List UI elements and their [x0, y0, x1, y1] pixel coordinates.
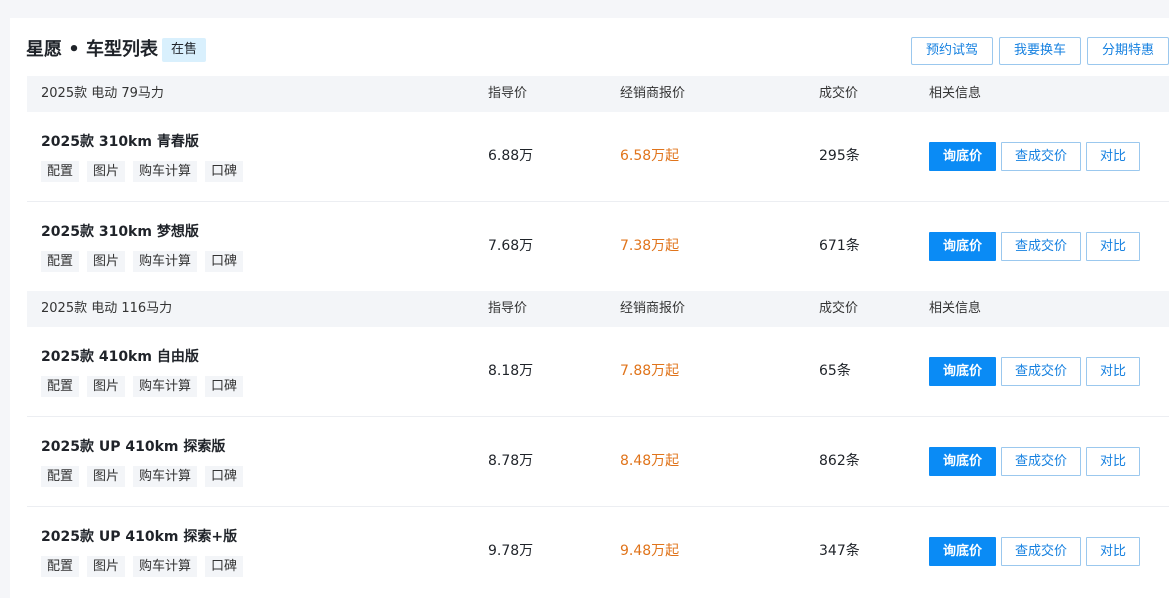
dealer-price: 8.48万起 — [620, 453, 680, 469]
column-price: 指导价 — [488, 301, 528, 316]
deal-count: 862条 — [819, 453, 860, 469]
test-drive-button[interactable]: 预约试驾 — [910, 37, 993, 65]
model-name[interactable]: 2025款 310km 梦想版 — [41, 222, 199, 242]
tag-reviews[interactable]: 口碑 — [205, 251, 244, 272]
trade-in-button[interactable]: 我要换车 — [998, 37, 1081, 65]
table-row: 2025款 UP 410km 探索+版 配置 图片 购车计算 口碑 9.78万 … — [27, 507, 1169, 596]
tag-reviews[interactable]: 口碑 — [205, 466, 244, 487]
table-row: 2025款 310km 青春版 配置 图片 购车计算 口碑 6.88万 6.58… — [27, 112, 1169, 202]
model-tags: 配置 图片 购车计算 口碑 — [41, 251, 244, 272]
guide-price: 7.68万 — [488, 238, 534, 254]
tag-reviews[interactable]: 口碑 — [205, 556, 244, 577]
table-row: 2025款 410km 自由版 配置 图片 购车计算 口碑 8.18万 7.88… — [27, 327, 1169, 417]
tag-photos[interactable]: 图片 — [87, 556, 126, 577]
guide-price: 9.78万 — [488, 543, 534, 559]
tag-config[interactable]: 配置 — [41, 556, 80, 577]
model-name[interactable]: 2025款 310km 青春版 — [41, 132, 199, 152]
ask-price-button[interactable]: 询底价 — [929, 142, 996, 171]
ask-price-button[interactable]: 询底价 — [929, 357, 996, 386]
table-row: 2025款 310km 梦想版 配置 图片 购车计算 口碑 7.68万 7.38… — [27, 202, 1169, 291]
column-deal: 成交价 — [819, 86, 859, 101]
guide-price: 6.88万 — [488, 148, 534, 164]
column-dealer: 经销商报价 — [620, 301, 686, 316]
group-name: 2025款 电动 79马力 — [41, 86, 164, 101]
column-info: 相关信息 — [929, 86, 982, 101]
check-deal-button[interactable]: 查成交价 — [1001, 142, 1081, 171]
tag-photos[interactable]: 图片 — [87, 251, 126, 272]
tag-reviews[interactable]: 口碑 — [205, 376, 244, 397]
column-dealer: 经销商报价 — [620, 86, 686, 101]
model-name[interactable]: 2025款 UP 410km 探索+版 — [41, 527, 237, 547]
dealer-price: 7.88万起 — [620, 363, 680, 379]
deal-count: 671条 — [819, 238, 860, 254]
dealer-price: 6.58万起 — [620, 148, 680, 164]
compare-button[interactable]: 对比 — [1086, 537, 1140, 566]
guide-price: 8.78万 — [488, 453, 534, 469]
check-deal-button[interactable]: 查成交价 — [1001, 537, 1081, 566]
compare-button[interactable]: 对比 — [1086, 357, 1140, 386]
tag-calculator[interactable]: 购车计算 — [133, 466, 198, 487]
row-actions: 询底价 查成交价 对比 — [929, 232, 1140, 261]
installment-button[interactable]: 分期特惠 — [1086, 37, 1169, 65]
tag-calculator[interactable]: 购车计算 — [133, 161, 198, 182]
row-actions: 询底价 查成交价 对比 — [929, 447, 1140, 476]
model-list-panel: 星愿 • 车型列表 在售 预约试驾 我要换车 分期特惠 2025款 电动 79马… — [10, 18, 1169, 598]
group-header: 2025款 电动 116马力 指导价 经销商报价 成交价 相关信息 — [27, 291, 1169, 327]
tag-config[interactable]: 配置 — [41, 466, 80, 487]
tag-calculator[interactable]: 购车计算 — [133, 556, 198, 577]
ask-price-button[interactable]: 询底价 — [929, 447, 996, 476]
model-tags: 配置 图片 购车计算 口碑 — [41, 376, 244, 397]
model-name[interactable]: 2025款 410km 自由版 — [41, 347, 199, 367]
panel-header: 星愿 • 车型列表 在售 预约试驾 我要换车 分期特惠 — [10, 18, 1169, 76]
deal-count: 347条 — [819, 543, 860, 559]
header-actions: 预约试驾 我要换车 分期特惠 — [910, 37, 1169, 65]
tag-photos[interactable]: 图片 — [87, 161, 126, 182]
column-price: 指导价 — [488, 86, 528, 101]
page-title: 星愿 • 车型列表 — [26, 39, 159, 60]
status-badge: 在售 — [162, 38, 207, 62]
table-row: 2025款 UP 410km 探索版 配置 图片 购车计算 口碑 8.78万 8… — [27, 417, 1169, 507]
guide-price: 8.18万 — [488, 363, 534, 379]
row-actions: 询底价 查成交价 对比 — [929, 357, 1140, 386]
tag-config[interactable]: 配置 — [41, 251, 80, 272]
model-tags: 配置 图片 购车计算 口碑 — [41, 161, 244, 182]
ask-price-button[interactable]: 询底价 — [929, 232, 996, 261]
check-deal-button[interactable]: 查成交价 — [1001, 357, 1081, 386]
row-actions: 询底价 查成交价 对比 — [929, 142, 1140, 171]
compare-button[interactable]: 对比 — [1086, 142, 1140, 171]
model-tags: 配置 图片 购车计算 口碑 — [41, 556, 244, 577]
model-tags: 配置 图片 购车计算 口碑 — [41, 466, 244, 487]
deal-count: 295条 — [819, 148, 860, 164]
check-deal-button[interactable]: 查成交价 — [1001, 232, 1081, 261]
dealer-price: 9.48万起 — [620, 543, 680, 559]
column-deal: 成交价 — [819, 301, 859, 316]
tag-calculator[interactable]: 购车计算 — [133, 251, 198, 272]
row-actions: 询底价 查成交价 对比 — [929, 537, 1140, 566]
compare-button[interactable]: 对比 — [1086, 447, 1140, 476]
tag-photos[interactable]: 图片 — [87, 376, 126, 397]
tag-config[interactable]: 配置 — [41, 161, 80, 182]
model-name[interactable]: 2025款 UP 410km 探索版 — [41, 437, 225, 457]
check-deal-button[interactable]: 查成交价 — [1001, 447, 1081, 476]
tag-config[interactable]: 配置 — [41, 376, 80, 397]
compare-button[interactable]: 对比 — [1086, 232, 1140, 261]
deal-count: 65条 — [819, 363, 851, 379]
group-header: 2025款 电动 79马力 指导价 经销商报价 成交价 相关信息 — [27, 76, 1169, 112]
ask-price-button[interactable]: 询底价 — [929, 537, 996, 566]
group-name: 2025款 电动 116马力 — [41, 301, 173, 316]
tag-calculator[interactable]: 购车计算 — [133, 376, 198, 397]
tag-reviews[interactable]: 口碑 — [205, 161, 244, 182]
column-info: 相关信息 — [929, 301, 982, 316]
dealer-price: 7.38万起 — [620, 238, 680, 254]
tag-photos[interactable]: 图片 — [87, 466, 126, 487]
